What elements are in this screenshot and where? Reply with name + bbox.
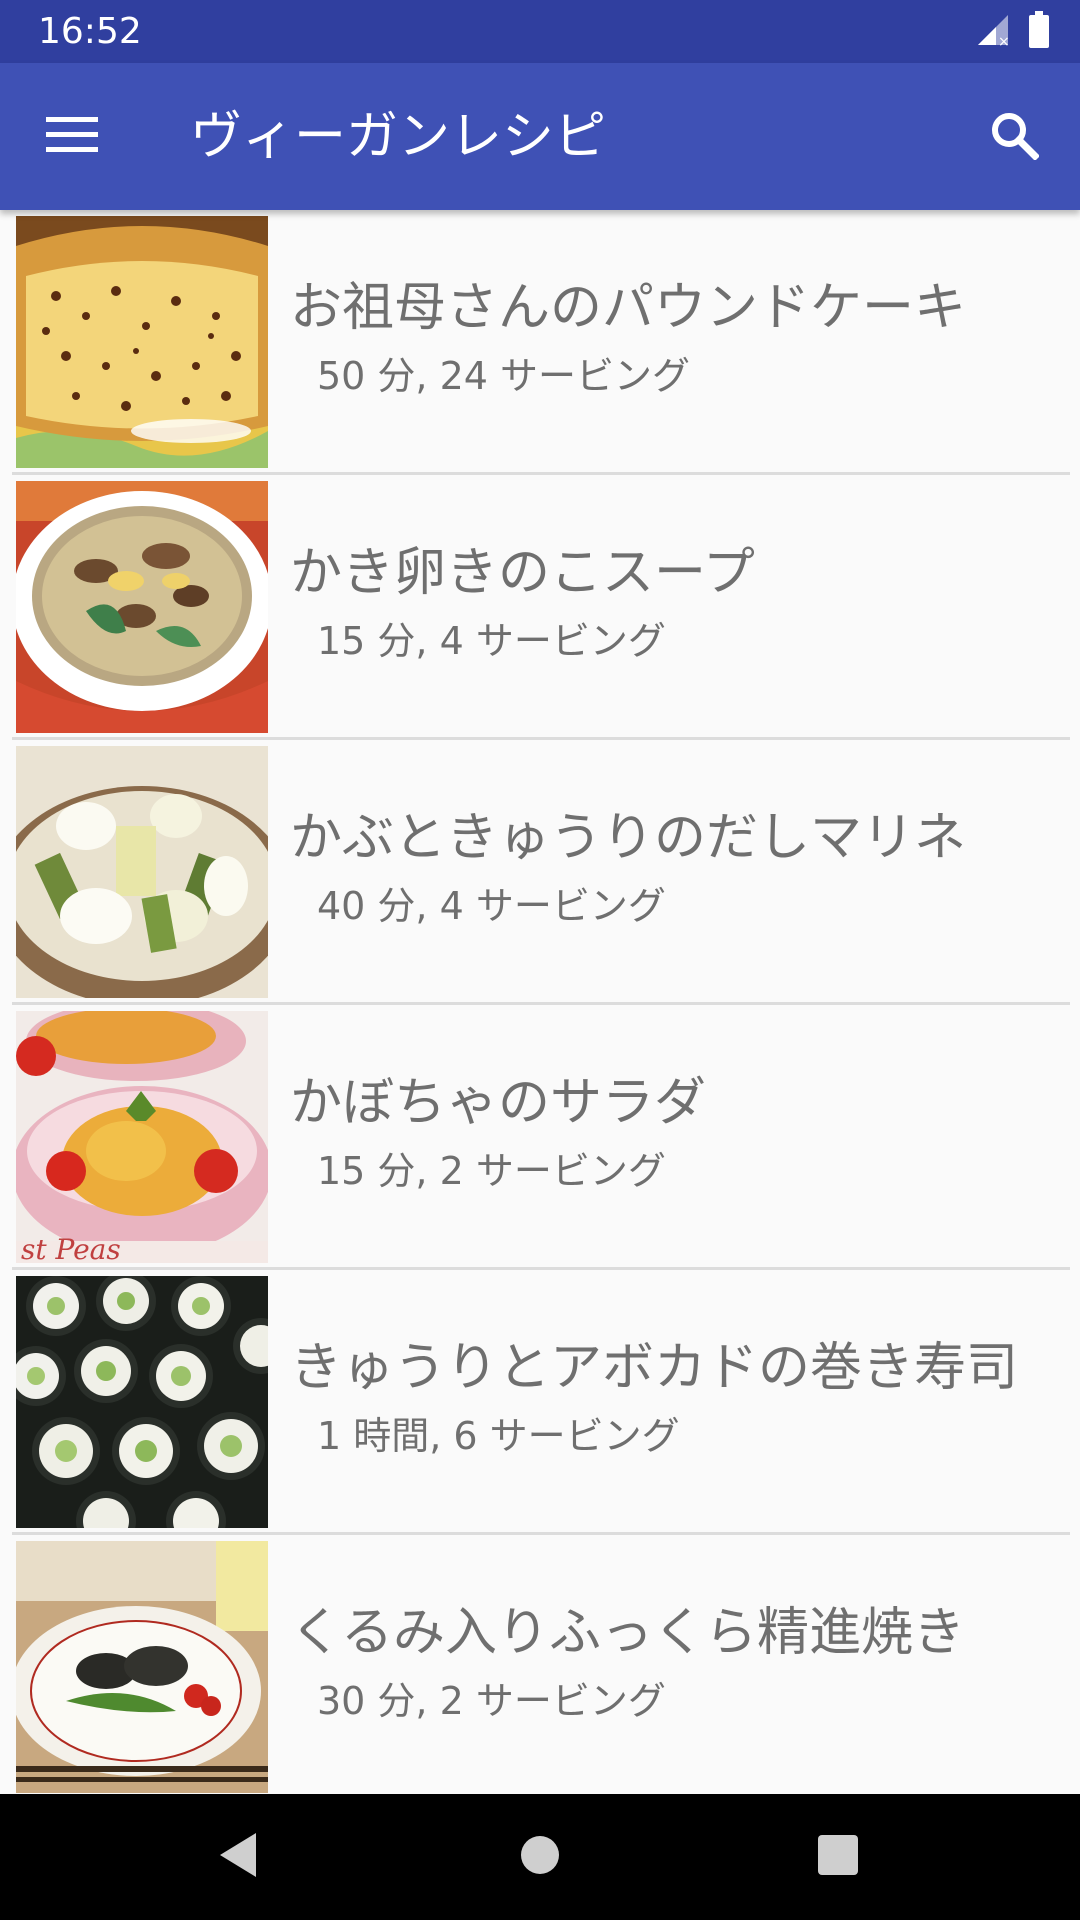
navigation-bar (0, 1794, 1080, 1920)
recents-square-icon (817, 1834, 859, 1880)
recipe-meta: 15 分, 2 サービング (317, 1149, 666, 1193)
recipe-list[interactable]: お祖母さんのパウンドケーキ 50 分, 24 サービング かき卵きのこスープ 1… (0, 210, 1080, 1794)
walnut-shojin-yaki-photo (16, 1541, 268, 1793)
home-circle-icon (518, 1833, 562, 1881)
recipe-item[interactable]: きゅうりとアボカドの巻き寿司 1 時間, 6 サービング (12, 1272, 1070, 1534)
divider (12, 1267, 1070, 1270)
divider (12, 472, 1070, 475)
hamburger-menu-icon (46, 115, 98, 159)
search-button[interactable] (976, 99, 1052, 175)
recipe-meta: 50 分, 24 サービング (317, 354, 691, 398)
recipe-title: かぼちゃのサラダ (290, 1073, 707, 1133)
divider (12, 1002, 1070, 1005)
recipe-meta: 15 分, 4 サービング (317, 619, 666, 663)
svg-text:st Peas: st Peas (21, 1233, 121, 1263)
recipe-title: お祖母さんのパウンドケーキ (290, 278, 967, 338)
mushroom-egg-soup-photo (16, 481, 268, 733)
cucumber-avocado-sushi-photo (16, 1276, 268, 1528)
turnip-cucumber-marinade-photo (16, 746, 268, 998)
pumpkin-salad-photo: st Peas (16, 1011, 268, 1263)
status-icons: × (976, 11, 1050, 53)
menu-button[interactable] (36, 101, 108, 173)
divider (12, 1532, 1070, 1535)
status-bar: 16:52 × (0, 0, 1080, 63)
recipe-item[interactable]: st Peas かぼちゃのサラダ 15 分, 2 サービング (12, 1007, 1070, 1269)
back-triangle-icon (216, 1831, 260, 1883)
signal-x-icon: × (976, 13, 1010, 51)
pound-cake-photo (16, 216, 268, 468)
page-title: ヴィーガンレシピ (190, 107, 607, 167)
recipe-title: かき卵きのこスープ (290, 543, 755, 603)
app-bar: ヴィーガンレシピ (0, 63, 1080, 210)
recipe-item[interactable]: かき卵きのこスープ 15 分, 4 サービング (12, 477, 1070, 739)
recipe-item[interactable]: くるみ入りふっくら精進焼き 30 分, 2 サービング (12, 1537, 1070, 1794)
recipe-item[interactable]: かぶときゅうりのだしマリネ 40 分, 4 サービング (12, 742, 1070, 1004)
back-button[interactable] (202, 1821, 274, 1893)
recipe-title: きゅうりとアボカドの巻き寿司 (290, 1338, 1019, 1398)
home-button[interactable] (504, 1821, 576, 1893)
recipe-item[interactable]: お祖母さんのパウンドケーキ 50 分, 24 サービング (12, 212, 1070, 474)
recipe-meta: 1 時間, 6 サービング (317, 1414, 680, 1458)
recipe-meta: 40 分, 4 サービング (317, 884, 666, 928)
recipe-meta: 30 分, 2 サービング (317, 1679, 666, 1723)
search-icon (989, 110, 1040, 164)
recents-button[interactable] (802, 1821, 874, 1893)
divider (12, 737, 1070, 740)
status-time: 16:52 (38, 11, 142, 52)
recipe-title: かぶときゅうりのだしマリネ (290, 808, 967, 868)
svg-text:×: × (998, 34, 1010, 47)
recipe-title: くるみ入りふっくら精進焼き (290, 1603, 965, 1663)
battery-icon (1028, 11, 1050, 53)
